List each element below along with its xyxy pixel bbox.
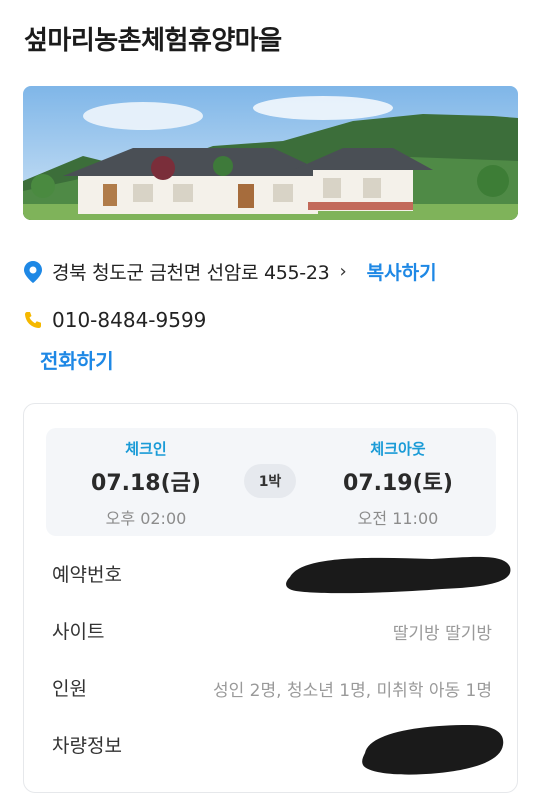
redaction-mark	[362, 725, 504, 775]
redaction-mark	[286, 556, 511, 594]
copy-address-button[interactable]: 복사하기	[367, 258, 437, 285]
address-text: 경북 청도군 금천면 선암로 455-23	[52, 262, 330, 284]
checkout-time: 오전 11:00	[357, 509, 439, 528]
call-button[interactable]: 전화하기	[40, 345, 114, 374]
guests-row: 인원 성인 2명, 청소년 1명, 미취학 아동 1명	[52, 674, 492, 704]
stay-period-box: 체크인 07.18(금) 오후 02:00 1박 체크아웃 07.19(토) 오…	[46, 428, 496, 536]
checkout-date: 07.19(토)	[343, 471, 453, 496]
guests-value: 성인 2명, 청소년 1명, 미취학 아동 1명	[213, 681, 492, 701]
vehicle-label: 차량정보	[52, 735, 122, 757]
phone-row: 010-8484-9599	[24, 308, 206, 332]
checkin-date: 07.18(금)	[91, 471, 201, 496]
checkout-column: 체크아웃 07.19(토) 오전 11:00	[318, 438, 478, 529]
page-title: 섶마리농촌체험휴양마을	[24, 26, 282, 56]
guests-label: 인원	[52, 678, 87, 700]
checkin-time: 오후 02:00	[105, 509, 187, 528]
checkin-label: 체크인	[125, 440, 167, 458]
phone-number: 010-8484-9599	[52, 308, 207, 332]
checkout-label: 체크아웃	[370, 440, 426, 458]
site-label: 사이트	[52, 621, 105, 643]
site-row: 사이트 딸기방 딸기방	[52, 617, 492, 647]
phone-icon	[25, 312, 41, 328]
location-pin-icon	[24, 260, 42, 283]
checkin-column: 체크인 07.18(금) 오후 02:00	[66, 438, 226, 529]
reservation-number-label: 예약번호	[52, 564, 122, 586]
reservation-card: 체크인 07.18(금) 오후 02:00 1박 체크아웃 07.19(토) 오…	[23, 403, 518, 793]
nights-badge: 1박	[244, 464, 296, 498]
site-value: 딸기방 딸기방	[392, 624, 492, 644]
village-photo	[23, 86, 518, 220]
chevron-right-icon[interactable]: ›	[339, 261, 346, 282]
address-row: 경북 청도군 금천면 선암로 455-23 › 복사하기	[24, 258, 437, 285]
